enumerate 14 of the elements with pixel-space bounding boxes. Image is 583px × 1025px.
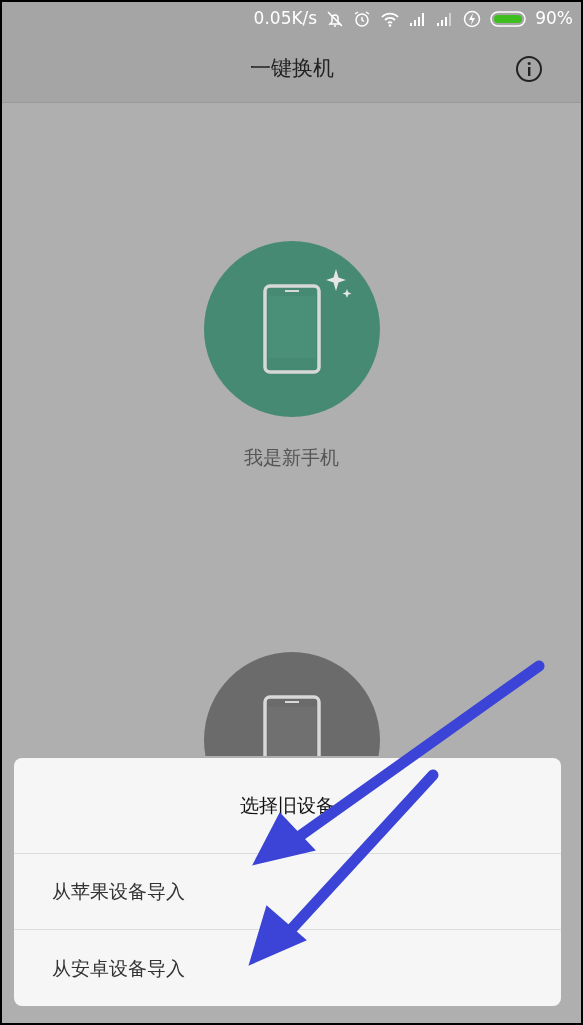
option-label: 我是新手机 xyxy=(244,445,339,470)
alarm-clock-icon xyxy=(353,10,372,28)
muted-bell-icon xyxy=(326,10,345,28)
sparkle-icon xyxy=(325,269,352,299)
network-speed: 0.05K/s xyxy=(253,7,318,31)
battery-percentage: 90% xyxy=(535,7,573,31)
phone-icon xyxy=(262,694,321,756)
import-option[interactable]: 从安卓设备导入 xyxy=(14,930,561,1006)
wifi-icon xyxy=(380,11,401,27)
info-icon[interactable] xyxy=(515,55,543,83)
charging-icon xyxy=(463,10,482,28)
app-title: 一键换机 xyxy=(249,55,334,83)
battery-icon xyxy=(490,10,527,28)
phone-icon xyxy=(262,284,321,374)
